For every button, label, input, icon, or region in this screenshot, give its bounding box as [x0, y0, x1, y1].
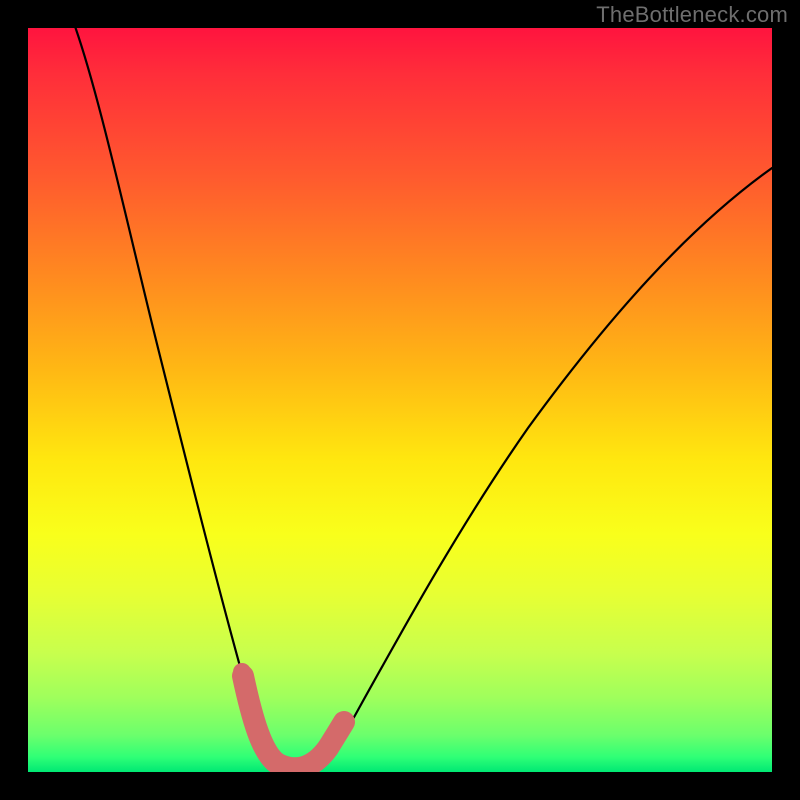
curve-start-dot	[233, 663, 251, 681]
plot-area	[28, 28, 772, 772]
curve-layer	[28, 28, 772, 772]
watermark-text: TheBottleneck.com	[596, 2, 788, 28]
optimal-range-marker	[243, 676, 344, 768]
bottleneck-curve	[72, 28, 772, 767]
chart-frame: TheBottleneck.com	[0, 0, 800, 800]
